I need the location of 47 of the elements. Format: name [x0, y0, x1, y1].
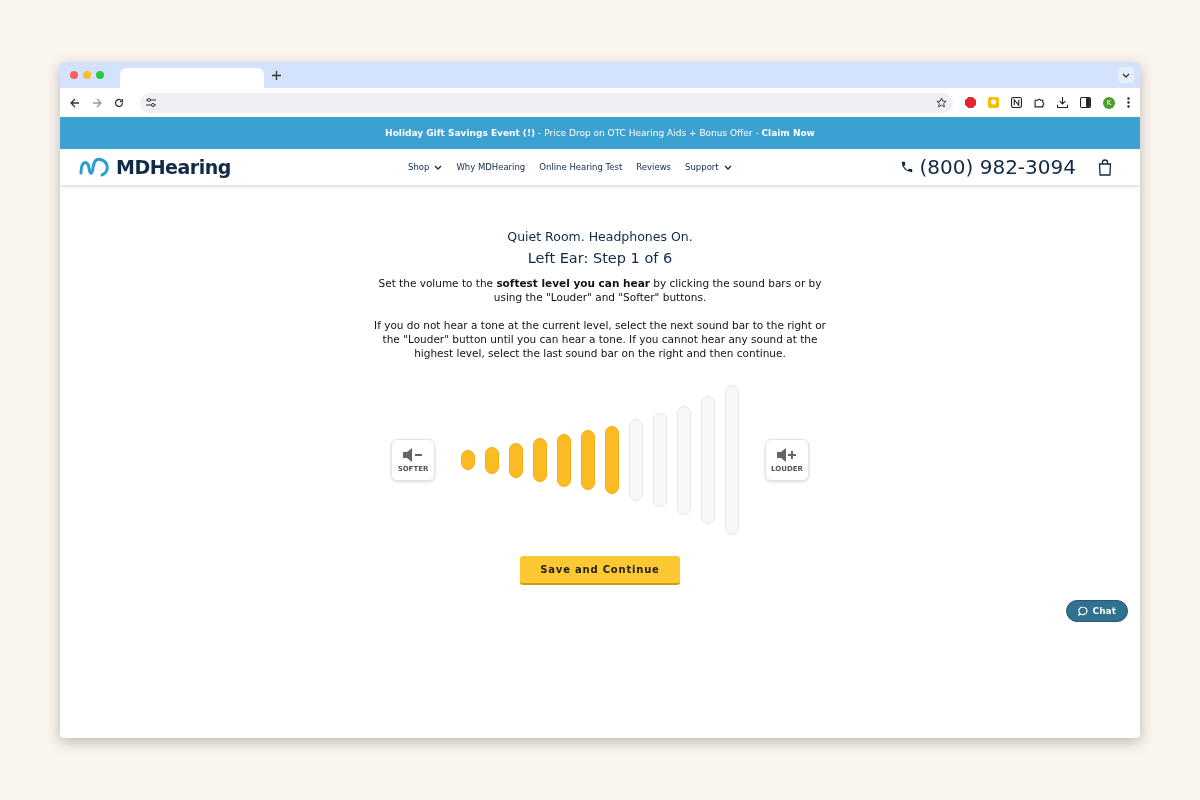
instruction-text: Set the volume to the softest level you can hear by clicking the sound bars or by using the "Louder" and "Softer" buttons. — [377, 276, 823, 304]
browser-tab[interactable] — [120, 68, 264, 88]
close-window-icon[interactable] — [70, 71, 78, 79]
volume-up-icon — [777, 447, 797, 462]
maximize-window-icon[interactable] — [96, 71, 104, 79]
side-panel-icon[interactable] — [1080, 97, 1091, 108]
notebook-icon[interactable] — [1011, 97, 1022, 108]
stop-sign-icon[interactable] — [965, 97, 976, 108]
download-icon[interactable] — [1057, 97, 1068, 108]
logo-icon — [78, 156, 112, 178]
sound-bar[interactable] — [461, 450, 475, 470]
sound-bar[interactable] — [533, 438, 547, 482]
sound-bar[interactable] — [485, 446, 499, 474]
nav-link[interactable]: Reviews — [636, 162, 672, 172]
more-menu-icon[interactable] — [1127, 97, 1130, 108]
nav-link[interactable]: Support — [685, 162, 732, 172]
logo-text[interactable]: MDHearing — [116, 156, 231, 178]
volume-down-icon — [403, 447, 423, 462]
instruction-text: If you do not hear a tone at the current level, select the next sound bar to the right or the "Louder" button until you can hear a tone. If you cannot hear any sound at the highest level, select the last sound bar on the right and then continue. — [373, 318, 827, 360]
save-and-continue-button[interactable]: Save and Continue — [520, 556, 680, 585]
nav-link[interactable]: Online Hearing Test — [539, 162, 623, 172]
reload-icon[interactable] — [114, 97, 124, 108]
nav-link[interactable]: Why MDHearing — [456, 162, 526, 172]
speech-bubble-icon — [1077, 606, 1088, 616]
back-icon[interactable] — [70, 97, 80, 108]
sound-bar[interactable] — [557, 433, 571, 487]
phone-number[interactable]: (800) 982-3094 — [919, 155, 1076, 179]
chevron-down-icon — [1122, 72, 1130, 78]
tab-list-button[interactable] — [1118, 67, 1134, 83]
bookmark-star-icon[interactable] — [936, 97, 947, 108]
instruction-subtitle: Quiet Room. Headphones On. — [507, 229, 693, 244]
puzzle-piece-icon[interactable] — [1034, 97, 1045, 108]
minimize-window-icon[interactable] — [83, 71, 91, 79]
step-heading: Left Ear: Step 1 of 6 — [527, 250, 673, 266]
chevron-down-icon — [434, 164, 443, 170]
lightbulb-icon[interactable] — [988, 97, 999, 108]
nav-link[interactable]: Shop — [408, 162, 443, 172]
shopping-bag-icon[interactable] — [1098, 158, 1112, 176]
sound-bar[interactable] — [605, 426, 619, 494]
forward-icon[interactable] — [92, 97, 102, 108]
sound-bar[interactable] — [581, 430, 595, 490]
site-settings-icon[interactable] — [146, 98, 156, 107]
phone-icon — [899, 160, 914, 174]
chevron-down-icon — [723, 164, 732, 170]
sound-bar[interactable] — [509, 442, 523, 478]
new-tab-icon[interactable] — [272, 70, 281, 80]
chat-button[interactable]: Chat — [1065, 600, 1128, 622]
